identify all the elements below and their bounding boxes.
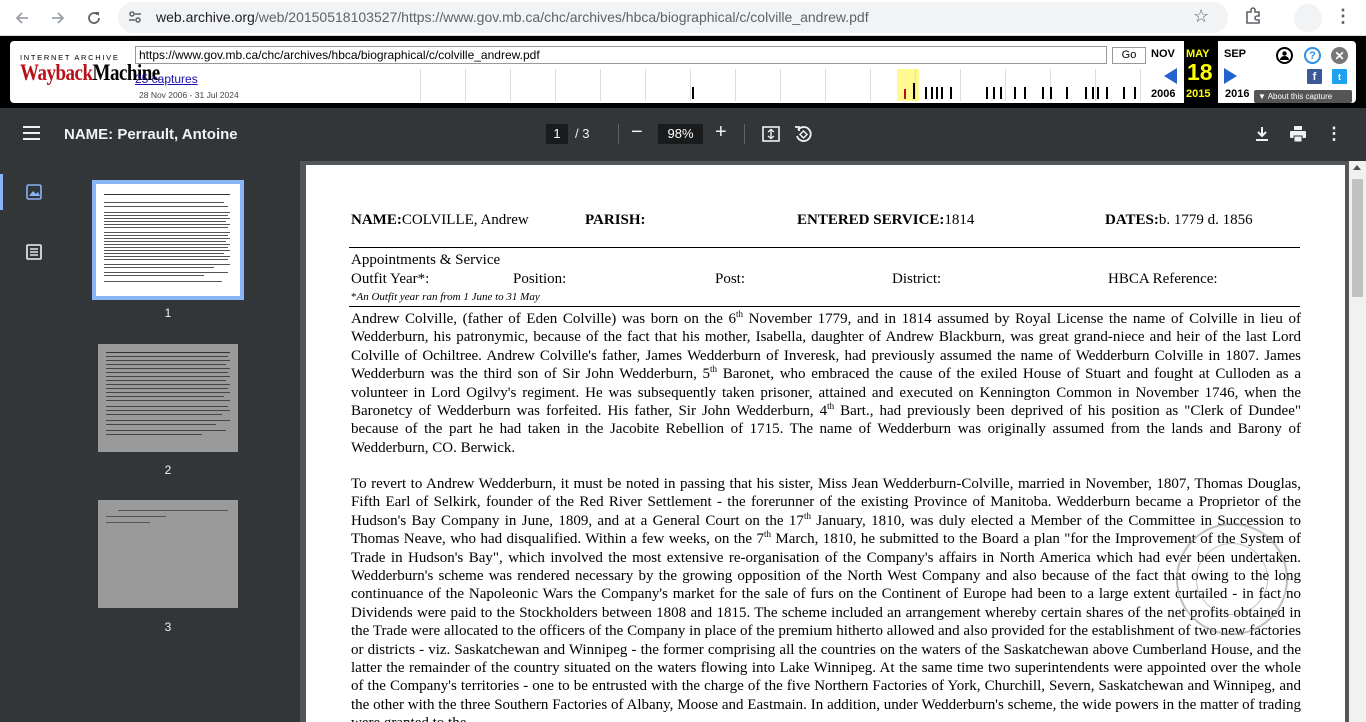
- col-district: District:: [892, 271, 942, 287]
- thumbnail-sidebar: 1 2 3: [0, 161, 300, 722]
- prev-month-label[interactable]: NOV: [1151, 48, 1175, 60]
- next-month-label[interactable]: SEP: [1224, 48, 1246, 60]
- back-arrow-icon[interactable]: [7, 3, 37, 33]
- col-outfit-year: Outfit Year*:: [351, 271, 430, 287]
- wayback-logo-red: Wayback: [20, 61, 93, 87]
- scroll-up-arrow-icon[interactable]: [1353, 165, 1361, 170]
- profile-avatar[interactable]: [1294, 4, 1322, 32]
- biography-paragraph-2: To revert to Andrew Wedderburn, it must …: [351, 476, 1301, 722]
- zoom-in-icon[interactable]: +: [715, 121, 727, 144]
- wayback-url-input[interactable]: [135, 46, 1107, 64]
- prev-year-label[interactable]: 2006: [1151, 88, 1175, 100]
- page-thumbnail-2[interactable]: [98, 344, 238, 452]
- header-rule: [349, 247, 1300, 248]
- bookmark-star-icon[interactable]: ☆: [1193, 6, 1209, 27]
- site-info-icon[interactable]: [126, 8, 144, 26]
- pdf-page: NAME:COLVILLE, Andrew PARISH: ENTERED SE…: [306, 165, 1345, 722]
- sidebar-selected-indicator: [0, 174, 3, 210]
- entered-service-value: 1814: [944, 212, 975, 228]
- outline-view-icon[interactable]: [24, 242, 44, 262]
- biography-paragraph-1: Andrew Colville, (father of Eden Colvill…: [351, 309, 1301, 456]
- next-capture-arrow-icon[interactable]: [1224, 68, 1237, 84]
- document-title: NAME: Perrault, Antoine: [64, 126, 238, 143]
- thumbnail-number-3: 3: [164, 620, 172, 634]
- col-hbca-reference: HBCA Reference:: [1108, 271, 1218, 287]
- user-account-icon[interactable]: [1276, 47, 1293, 64]
- thumbnail-number-2: 2: [164, 463, 172, 477]
- captures-link[interactable]: 25 captures: [135, 72, 198, 86]
- twitter-icon[interactable]: t: [1332, 69, 1347, 84]
- address-bar[interactable]: web.archive.org/web/20150518103527/https…: [118, 2, 1228, 33]
- menu-hamburger-icon[interactable]: [23, 126, 40, 144]
- fit-page-icon[interactable]: [761, 124, 781, 144]
- toolbar-divider: [744, 124, 745, 144]
- close-icon[interactable]: ✕: [1331, 47, 1348, 64]
- outfit-footnote: *An Outfit year ran from 1 June to 31 Ma…: [351, 291, 540, 303]
- dates-value: b. 1779 d. 1856: [1158, 212, 1253, 228]
- pdf-toolbar: NAME: Perrault, Antoine 1 / 3 − 98% + ⋮: [0, 108, 1366, 161]
- thumbnails-view-icon[interactable]: [24, 182, 44, 202]
- page-number-input[interactable]: 1: [546, 124, 568, 144]
- chrome-menu-icon[interactable]: ⋮: [1334, 6, 1352, 27]
- capture-histogram[interactable]: [420, 69, 1145, 101]
- entered-service-field: ENTERED SERVICE:1814: [797, 212, 974, 229]
- archive-stamp-inner: [1196, 543, 1268, 615]
- dates-label: DATES:: [1105, 212, 1159, 228]
- facebook-icon[interactable]: f: [1307, 69, 1322, 84]
- name-label: NAME:: [351, 212, 402, 228]
- prev-capture-arrow-icon[interactable]: [1164, 68, 1177, 84]
- print-icon[interactable]: [1288, 124, 1308, 144]
- appointments-heading: Appointments & Service: [351, 252, 501, 268]
- capture-range: 28 Nov 2006 - 31 Jul 2024: [139, 90, 239, 100]
- download-icon[interactable]: [1252, 124, 1272, 144]
- wayback-toolbar: INTERNET ARCHIVE WaybackMachine Go 25 ca…: [0, 36, 1366, 108]
- reload-icon[interactable]: [79, 3, 109, 33]
- thumbnail-number-1: 1: [164, 306, 172, 320]
- scrollbar-thumb[interactable]: [1352, 179, 1363, 297]
- url-host: web.archive.org: [156, 9, 255, 25]
- forward-arrow-icon[interactable]: [43, 3, 73, 33]
- more-options-icon[interactable]: ⋮: [1324, 124, 1344, 144]
- parish-label: PARISH:: [585, 212, 646, 228]
- vertical-scrollbar[interactable]: [1349, 161, 1366, 722]
- current-day-label: 18: [1187, 59, 1213, 85]
- help-icon[interactable]: ?: [1304, 47, 1321, 64]
- col-position: Position:: [513, 271, 567, 287]
- toolbar-divider: [618, 124, 619, 144]
- table-rule: [349, 306, 1300, 307]
- zoom-level-input[interactable]: 98%: [658, 124, 703, 144]
- page-thumbnail-3[interactable]: [98, 500, 238, 608]
- col-post: Post:: [715, 271, 746, 287]
- page-thumbnail-1[interactable]: [92, 180, 244, 300]
- wayback-panel: INTERNET ARCHIVE WaybackMachine Go 25 ca…: [10, 41, 1356, 103]
- name-value: COLVILLE, Andrew: [401, 212, 529, 228]
- footnote-text: An Outfit year ran from 1 June to 31 May: [356, 291, 540, 303]
- zoom-out-icon[interactable]: −: [631, 121, 643, 144]
- parish-field: PARISH:: [585, 212, 646, 229]
- entered-service-label: ENTERED SERVICE:: [797, 212, 945, 228]
- address-url: web.archive.org/web/20150518103527/https…: [156, 9, 869, 25]
- url-path: /web/20150518103527/https://www.gov.mb.c…: [254, 9, 869, 25]
- page-total: / 3: [575, 126, 590, 141]
- name-field: NAME:COLVILLE, Andrew: [351, 212, 529, 229]
- extensions-puzzle-icon[interactable]: [1243, 6, 1263, 26]
- browser-toolbar: web.archive.org/web/20150518103527/https…: [0, 0, 1366, 36]
- go-button[interactable]: Go: [1112, 47, 1146, 64]
- dates-field: DATES:b. 1779 d. 1856: [1105, 212, 1253, 229]
- current-year-label: 2015: [1186, 88, 1211, 100]
- next-year-label[interactable]: 2016: [1225, 88, 1249, 100]
- about-capture-button[interactable]: ▼ About this capture: [1254, 90, 1352, 103]
- rotate-icon[interactable]: [793, 124, 813, 144]
